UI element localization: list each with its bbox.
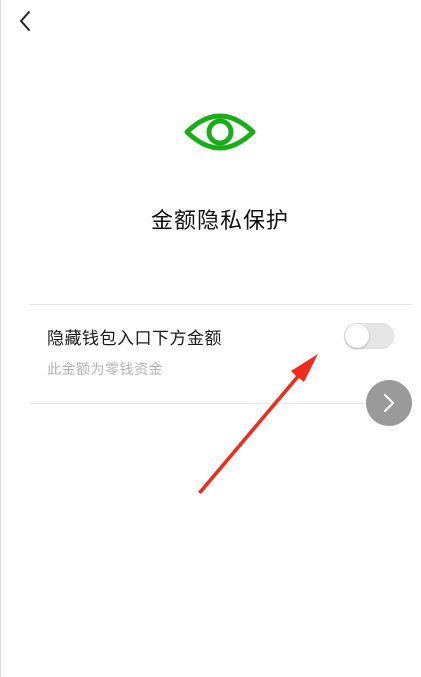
chevron-right-icon — [384, 394, 394, 412]
toggle-knob — [345, 324, 369, 348]
back-button[interactable] — [10, 6, 40, 36]
divider — [29, 304, 412, 305]
chevron-left-icon — [20, 11, 30, 31]
eye-icon — [184, 113, 256, 151]
left-edge-divider — [0, 0, 1, 677]
next-button[interactable] — [366, 380, 412, 426]
hide-amount-toggle[interactable] — [344, 323, 394, 349]
setting-label: 隐藏钱包入口下方金额 — [47, 329, 222, 349]
page-title: 金额隐私保护 — [150, 209, 289, 234]
divider — [29, 403, 412, 404]
setting-description: 此金额为零钱资金 — [47, 362, 163, 378]
